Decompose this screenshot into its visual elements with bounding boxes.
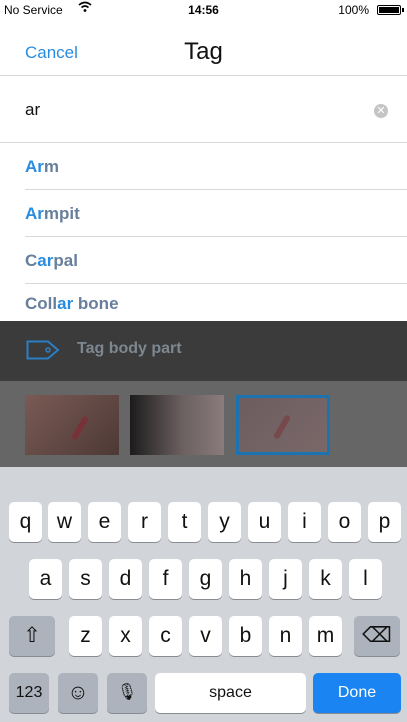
key-a[interactable]: a: [29, 559, 62, 599]
key-r[interactable]: r: [128, 502, 161, 542]
key-d[interactable]: d: [109, 559, 142, 599]
key-q[interactable]: q: [9, 502, 42, 542]
skin-mark: [272, 414, 292, 440]
key-o[interactable]: o: [328, 502, 361, 542]
key-t[interactable]: t: [168, 502, 201, 542]
suggestion-match: ar: [37, 251, 54, 270]
suggestion-rest: mpit: [43, 204, 80, 223]
key-y[interactable]: y: [208, 502, 241, 542]
search-input[interactable]: [25, 96, 355, 124]
key-p[interactable]: p: [368, 502, 401, 542]
key-h[interactable]: h: [229, 559, 262, 599]
emoji-icon[interactable]: ☺: [58, 673, 98, 713]
suggestion-rest: pal: [53, 251, 78, 270]
suggestion-rest: bone: [73, 294, 119, 313]
skin-mark: [70, 415, 90, 441]
done-button[interactable]: Done: [313, 673, 401, 713]
key-g[interactable]: g: [189, 559, 222, 599]
delete-key[interactable]: ⌫: [354, 616, 400, 656]
key-s[interactable]: s: [69, 559, 102, 599]
suggestion-item[interactable]: Arm: [25, 143, 407, 190]
numbers-key[interactable]: 123: [9, 673, 49, 713]
photo-thumbnail-selected: [236, 395, 330, 455]
suggestion-prefix: Coll: [25, 294, 58, 313]
key-n[interactable]: n: [269, 616, 302, 656]
tag-body-part-label: Tag body part: [77, 340, 182, 357]
keyboard: q w e r t y u i o p a s d f g h j k l ⇧ …: [0, 467, 407, 722]
battery-cap: [402, 8, 404, 12]
suggestion-item[interactable]: Collar bone: [25, 284, 407, 321]
key-j[interactable]: j: [269, 559, 302, 599]
microphone-icon[interactable]: 🎙: [107, 673, 147, 713]
suggestion-match: ar: [57, 294, 74, 313]
clear-icon[interactable]: ✕: [374, 104, 388, 118]
shift-key[interactable]: ⇧: [9, 616, 55, 656]
key-f[interactable]: f: [149, 559, 182, 599]
space-key[interactable]: space: [155, 673, 306, 713]
tag-icon: [26, 340, 60, 360]
key-u[interactable]: u: [248, 502, 281, 542]
suggestion-item[interactable]: Carpal: [25, 237, 407, 284]
key-v[interactable]: v: [189, 616, 222, 656]
battery-icon: [377, 5, 401, 15]
search-bar: ✕: [0, 76, 407, 143]
key-k[interactable]: k: [309, 559, 342, 599]
nav-header: Cancel Tag: [0, 20, 407, 76]
key-w[interactable]: w: [48, 502, 81, 542]
key-c[interactable]: c: [149, 616, 182, 656]
status-bar: No Service 14:56 100%: [0, 0, 407, 20]
key-m[interactable]: m: [309, 616, 342, 656]
key-b[interactable]: b: [229, 616, 262, 656]
suggestion-list: Arm Armpit Carpal Collar bone: [0, 143, 407, 321]
battery-percent: 100%: [338, 3, 369, 17]
suggestion-item[interactable]: Armpit: [25, 190, 407, 237]
suggestion-match: Ar: [25, 157, 44, 176]
suggestion-match: Ar: [25, 204, 44, 223]
key-z[interactable]: z: [69, 616, 102, 656]
tag-body-part-row: [0, 321, 407, 381]
key-i[interactable]: i: [288, 502, 321, 542]
key-l[interactable]: l: [349, 559, 382, 599]
photo-thumbnail: [130, 395, 224, 455]
suggestion-prefix: C: [25, 251, 38, 270]
suggestion-rest: m: [43, 157, 60, 176]
page-title: Tag: [184, 38, 223, 65]
key-x[interactable]: x: [109, 616, 142, 656]
photo-thumbnail: [25, 395, 119, 455]
key-e[interactable]: e: [88, 502, 121, 542]
